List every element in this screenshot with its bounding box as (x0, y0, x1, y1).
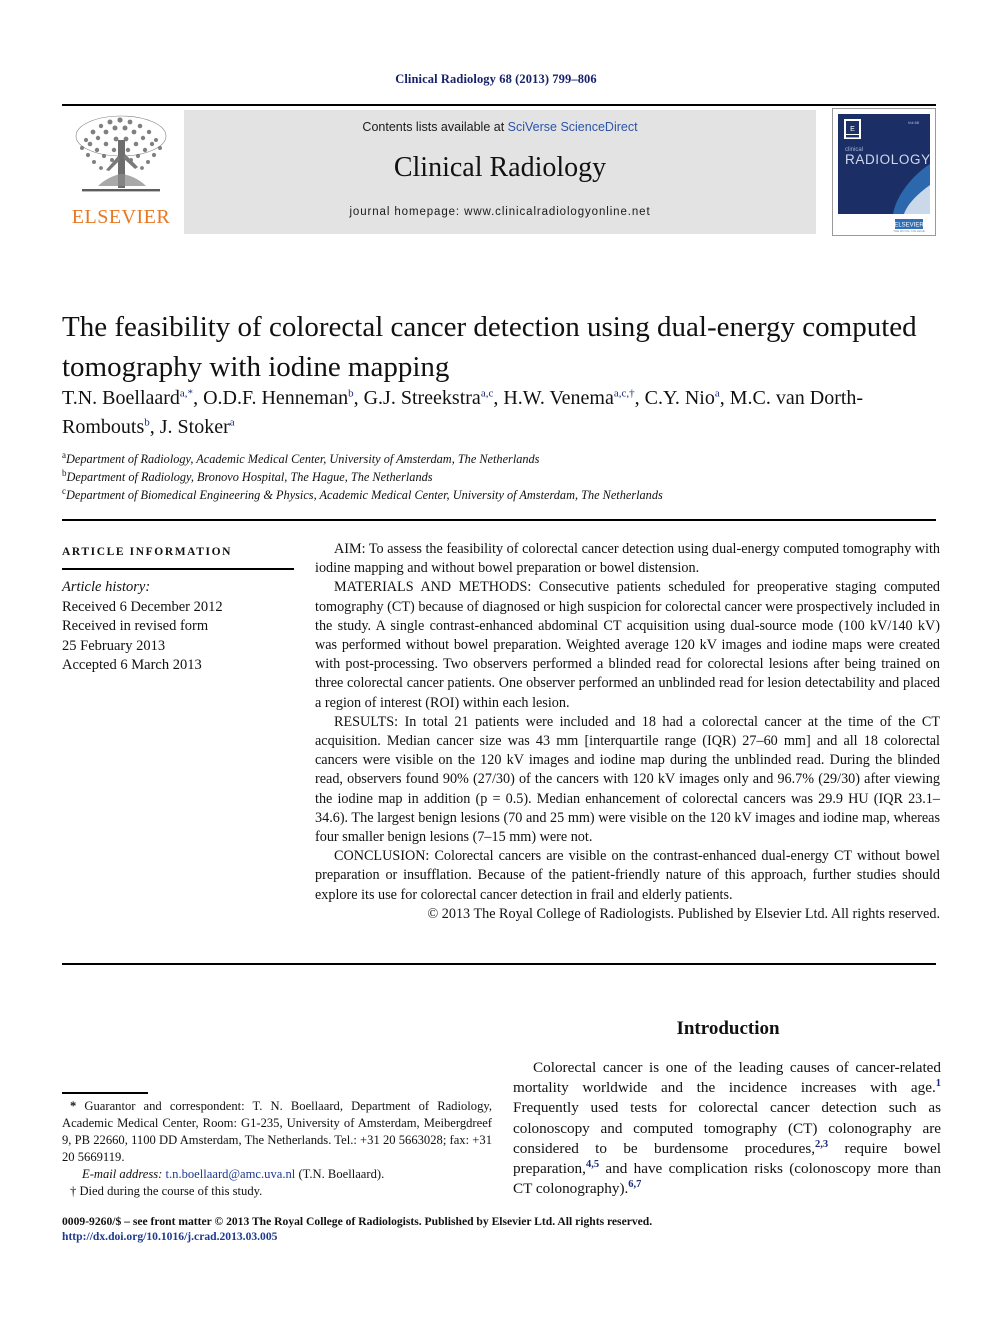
abstract-results-label: RESULTS: (334, 713, 399, 730)
introduction-column: Colorectal cancer is one of the leading … (513, 1058, 941, 1199)
footnote-email-link[interactable]: t.n.boellaard@amc.uva.nl (166, 1167, 296, 1181)
affiliation-list: aDepartment of Radiology, Academic Medic… (62, 450, 942, 504)
article-history-item: 25 February 2013 (62, 637, 166, 654)
abstract-methods-label: MATERIALS AND METHODS: (334, 579, 532, 596)
abstract-conclusion-label: CONCLUSION: (334, 848, 430, 865)
abstract-results: RESULTS: In total 21 patients were inclu… (315, 713, 940, 847)
article-history-item: Received 6 December 2012 (62, 598, 223, 615)
journal-masthead: ELSEVIER Contents lists available at Sci… (62, 104, 936, 236)
affiliation-text: Department of Radiology, Bronovo Hospita… (66, 470, 433, 484)
author-list: T.N. Boellaarda,*, O.D.F. Hennemanb, G.J… (62, 387, 864, 438)
footnote-corresponding-author: * Guarantor and correspondent: T. N. Boe… (62, 1099, 492, 1164)
elsevier-logo: ELSEVIER (62, 110, 180, 234)
article-information-heading: ARTICLE INFORMATION (62, 546, 233, 558)
abstract-copyright: © 2013 The Royal College of Radiologists… (427, 905, 940, 922)
abstract: AIM: To assess the feasibility of colore… (315, 540, 940, 924)
article-history: Article history: Received 6 December 201… (62, 578, 302, 676)
article-information-rule (62, 568, 294, 570)
abstract-bottom-rule (62, 963, 936, 965)
affiliation-item: cDepartment of Biomedical Engineering & … (62, 486, 942, 504)
affiliation-item: aDepartment of Radiology, Academic Medic… (62, 450, 942, 468)
journal-cover-thumbnail: E Vol 68 clinical RADIOLOGY ELSEVIER THE… (832, 108, 936, 236)
abstract-conclusion: CONCLUSION: Colorectal cancers are visib… (315, 847, 940, 905)
footnote-rule (62, 1092, 148, 1094)
front-matter-line: 0009-9260/$ – see front matter © 2013 Th… (62, 1215, 653, 1228)
article-history-item: Accepted 6 March 2013 (62, 657, 202, 673)
sciencedirect-link[interactable]: SciVerse ScienceDirect (508, 120, 638, 134)
affiliation-text: Department of Radiology, Academic Medica… (66, 452, 540, 466)
footnote-email-label: E-mail address: (82, 1167, 163, 1181)
affiliation-text: Department of Biomedical Engineering & P… (66, 488, 663, 502)
svg-text:ELSEVIER: ELSEVIER (894, 223, 924, 229)
svg-text:E: E (850, 126, 855, 133)
contents-prefix: Contents lists available at (362, 120, 508, 134)
footnote-block: * Guarantor and correspondent: T. N. Boe… (62, 1098, 492, 1200)
abstract-methods: MATERIALS AND METHODS: Consecutive patie… (315, 578, 940, 712)
page-title: The feasibility of colorectal cancer det… (62, 311, 917, 384)
journal-homepage-line[interactable]: journal homepage: www.clinicalradiologyo… (184, 206, 816, 218)
introduction-paragraph: Colorectal cancer is one of the leading … (513, 1059, 941, 1198)
elsevier-wordmark: ELSEVIER (71, 206, 171, 228)
article-history-item: Received in revised form (62, 618, 209, 634)
doi-link[interactable]: http://dx.doi.org/10.1016/j.crad.2013.03… (62, 1230, 277, 1243)
masthead-grey-band: Contents lists available at SciVerse Sci… (184, 110, 816, 234)
abstract-methods-text: Consecutive patients scheduled for preop… (315, 579, 940, 711)
abstract-top-rule (62, 519, 936, 521)
svg-text:RADIOLOGY: RADIOLOGY (845, 152, 931, 167)
journal-title: Clinical Radiology (393, 152, 607, 183)
footnote-deceased-note: † Died during the course of this study. (70, 1184, 263, 1198)
affiliation-item: bDepartment of Radiology, Bronovo Hospit… (62, 468, 942, 486)
abstract-aim-text: To assess the feasibility of colorectal … (315, 541, 940, 577)
abstract-aim: AIM: To assess the feasibility of colore… (315, 540, 940, 578)
running-head-citation: Clinical Radiology 68 (2013) 799–806 (395, 72, 597, 86)
section-heading-introduction: Introduction (676, 1018, 780, 1039)
svg-text:THE ROYAL COLLEGE: THE ROYAL COLLEGE (893, 229, 925, 233)
masthead-top-rule (62, 104, 936, 106)
footnote-email-suffix: (T.N. Boellaard). (295, 1167, 385, 1181)
footnote-email: E-mail address: t.n.boellaard@amc.uva.nl… (62, 1166, 492, 1183)
abstract-aim-label: AIM: (334, 541, 366, 557)
article-history-label: Article history: (62, 579, 151, 595)
journal-article-page: Clinical Radiology 68 (2013) 799–806 ELS… (0, 0, 992, 1323)
contents-available-line: Contents lists available at SciVerse Sci… (184, 120, 816, 134)
svg-text:Vol 68: Vol 68 (908, 120, 920, 125)
elsevier-tree-icon (68, 110, 174, 202)
abstract-results-text: In total 21 patients were included and 1… (315, 713, 940, 846)
